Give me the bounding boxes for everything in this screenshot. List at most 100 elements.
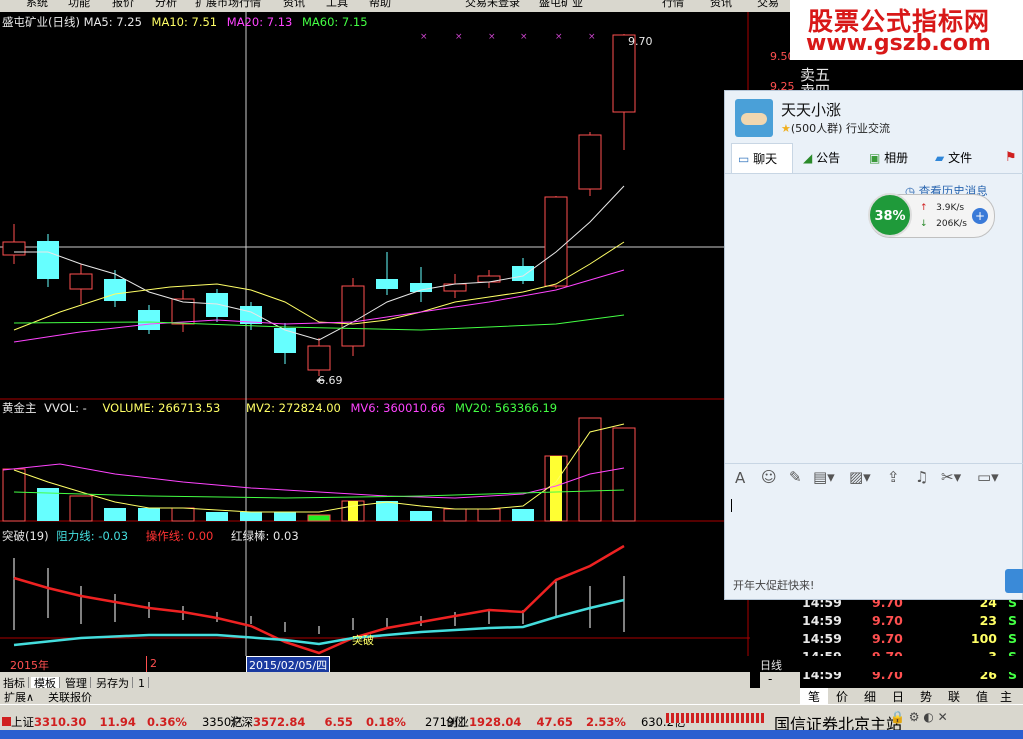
chat-window[interactable]: 天天小涨 ★(500人群) 行业交流 ▭ 聊天 ◢ 公告 ▣ 相册 ▰ 文件 ⚑… bbox=[724, 90, 1023, 600]
tab-notice[interactable]: ◢ 公告 bbox=[803, 143, 840, 173]
resistance-label: 阻力线: -0.03 bbox=[56, 529, 129, 543]
group-name[interactable]: 天天小涨 bbox=[781, 99, 841, 120]
magic-icon[interactable]: ✎ bbox=[789, 468, 802, 486]
vol-title: 黄金主 bbox=[2, 401, 37, 415]
music-icon[interactable]: ♫ bbox=[915, 468, 928, 486]
index-sh[interactable]: 上证3310.30 11.94 0.36% 3350亿 bbox=[2, 711, 243, 730]
tab-detail[interactable]: 细 bbox=[856, 688, 884, 704]
ma60-label: MA60: 7.15 bbox=[301, 15, 368, 29]
menu-tools[interactable]: 工具 bbox=[326, 0, 348, 10]
redgreen-label: 红绿棒: 0.03 bbox=[231, 529, 299, 543]
speed-percent: 38% bbox=[868, 193, 912, 237]
tab-price[interactable]: 价 bbox=[828, 688, 856, 704]
speed-widget[interactable]: 38% ↑ 3.9K/s ↓ 206K/s + bbox=[868, 193, 995, 238]
chat-icon: ▭ bbox=[738, 152, 750, 166]
star-icon: ★ bbox=[781, 122, 791, 135]
taskbar bbox=[0, 730, 1023, 739]
high-label: 9.70 bbox=[628, 35, 653, 48]
plus-icon[interactable]: + bbox=[972, 208, 988, 224]
menu-system[interactable]: 系统 bbox=[26, 0, 48, 10]
svg-text:←: ← bbox=[316, 374, 325, 387]
timeline-date: 2015/02/05/四 bbox=[246, 656, 331, 673]
break-annotation: 突破 bbox=[352, 633, 374, 647]
chat-tabs: ▭ 聊天 ◢ 公告 ▣ 相册 ▰ 文件 ⚑ bbox=[725, 143, 1023, 174]
tab-pen[interactable]: 笔 bbox=[800, 688, 828, 704]
tab-link[interactable]: 联 bbox=[940, 688, 968, 704]
more-icon[interactable]: ▭▾ bbox=[977, 468, 999, 486]
menu-analysis[interactable]: 分析 bbox=[155, 0, 177, 10]
gift-icon[interactable]: ▤▾ bbox=[813, 468, 835, 486]
menu-help[interactable]: 帮助 bbox=[369, 0, 391, 10]
break-sticks bbox=[13, 558, 625, 634]
btn-info[interactable]: 资讯 bbox=[710, 0, 732, 10]
status-bar: 上证3310.30 11.94 0.36% 3350亿 沪深3572.84 6.… bbox=[0, 704, 1023, 734]
tick-row: 14:59 9.70 100 S bbox=[802, 631, 1017, 646]
flag-icon[interactable]: ⚑ bbox=[1005, 143, 1017, 173]
volume-label: VOLUME: 266713.53 bbox=[102, 401, 221, 415]
svg-text:×: × bbox=[488, 32, 496, 42]
ma5-line bbox=[14, 185, 625, 341]
scissors-icon[interactable]: ✂▾ bbox=[941, 468, 961, 486]
tab-day[interactable]: 日 bbox=[884, 688, 912, 704]
chart-title: 盛屯矿业(日线) bbox=[2, 15, 80, 29]
vol-chart-header: 黄金主 VVOL: - VOLUME: 266713.53 MV2: 27282… bbox=[2, 400, 557, 416]
group-avatar[interactable] bbox=[735, 99, 773, 137]
stock-name: 盛屯矿业 bbox=[539, 0, 583, 9]
tab-file[interactable]: ▰ 文件 bbox=[935, 143, 972, 173]
tick-row: 14:59 9.70 23 S bbox=[802, 613, 1017, 628]
mv20-label: MV20: 563366.19 bbox=[454, 401, 558, 415]
period-label[interactable]: 日线 bbox=[760, 657, 782, 673]
timeline-month: 2 bbox=[150, 657, 157, 670]
detail-tabs: 笔 价 细 日 势 联 值 主 bbox=[800, 688, 1023, 704]
menu-info[interactable]: 资讯 bbox=[283, 0, 305, 10]
sell4-label: 卖四 bbox=[800, 80, 830, 90]
mv2-label: MV2: 272824.00 bbox=[246, 401, 341, 415]
tab-trend[interactable]: 势 bbox=[912, 688, 940, 704]
kline-svg: × × × × × × 9.70 6.69 ← 突破 bbox=[0, 12, 750, 656]
image-icon[interactable]: ▨▾ bbox=[849, 468, 871, 486]
chart-area[interactable]: × × × × × × 9.70 6.69 ← 突破 盛屯矿业(日线) MA5:… bbox=[0, 12, 750, 656]
tab-value[interactable]: 值 bbox=[968, 688, 996, 704]
btn-quote[interactable]: 行情 bbox=[662, 0, 684, 10]
send-button[interactable] bbox=[1005, 569, 1023, 593]
message-input[interactable] bbox=[729, 495, 1019, 565]
notice-icon: ◢ bbox=[803, 151, 813, 165]
svg-text:×: × bbox=[520, 32, 528, 42]
market-bar bbox=[666, 713, 766, 723]
ad-text[interactable]: 开年大促赶快来! bbox=[733, 577, 814, 593]
timeline-year: 2015年 bbox=[10, 659, 49, 672]
tab-album[interactable]: ▣ 相册 bbox=[869, 143, 908, 173]
tab-main[interactable]: 主 bbox=[996, 688, 1016, 704]
operation-label: 操作线: 0.00 bbox=[145, 529, 214, 543]
status-icons: 🔒 ⚙ ◐ ✕ bbox=[890, 710, 948, 724]
menu-quote[interactable]: 报价 bbox=[112, 0, 134, 10]
main-chart-header: 盛屯矿业(日线) MA5: 7.25 MA10: 7.51 MA20: 7.13… bbox=[2, 14, 368, 30]
chat-toolbar: A ☺ ✎ ▤▾ ▨▾ ⇪ ♫ ✂▾ ▭▾ bbox=[725, 463, 1023, 494]
up-icon bbox=[2, 717, 11, 726]
ext-bar: 扩展∧ 关联报价 bbox=[0, 688, 800, 704]
upload-icon[interactable]: ⇪ bbox=[887, 468, 900, 486]
break-chart-header: 突破(19) 阻力线: -0.03 操作线: 0.00 红绿棒: 0.03 bbox=[2, 528, 299, 544]
svg-text:×: × bbox=[555, 32, 563, 42]
zoom-minus[interactable]: - bbox=[760, 672, 800, 688]
timeline-bar: 2015年 2 2015/02/05/四 日线 bbox=[0, 656, 1023, 673]
index-hs[interactable]: 沪深3572.84 6.55 0.18% 2719亿 bbox=[230, 711, 466, 730]
svg-text:×: × bbox=[588, 32, 596, 42]
related-quote[interactable]: 关联报价 bbox=[48, 689, 92, 705]
indicator-tabs: 指标 模板 管理 另存为 1 + bbox=[0, 672, 761, 690]
ma5-label: MA5: 7.25 bbox=[83, 15, 142, 29]
menu-function[interactable]: 功能 bbox=[68, 0, 90, 10]
index-cy[interactable]: 创业1928.04 47.65 2.53% 630.2亿 bbox=[446, 711, 685, 730]
font-icon[interactable]: A bbox=[735, 469, 745, 487]
emoji-icon[interactable]: ☺ bbox=[761, 468, 777, 486]
btn-trade[interactable]: 交易 bbox=[757, 0, 779, 10]
ma20-label: MA20: 7.13 bbox=[226, 15, 293, 29]
ma10-label: MA10: 7.51 bbox=[151, 15, 218, 29]
vvol-label: VVOL: - bbox=[44, 401, 87, 415]
tab-chat[interactable]: ▭ 聊天 bbox=[731, 143, 793, 173]
watermark-url: www.gszb.com bbox=[806, 31, 991, 56]
menu-ext-market[interactable]: 扩展市场行情 bbox=[195, 0, 261, 10]
svg-text:×: × bbox=[420, 32, 428, 42]
group-info: ★(500人群) 行业交流 bbox=[781, 122, 890, 135]
ext-toggle[interactable]: 扩展∧ bbox=[4, 689, 34, 705]
